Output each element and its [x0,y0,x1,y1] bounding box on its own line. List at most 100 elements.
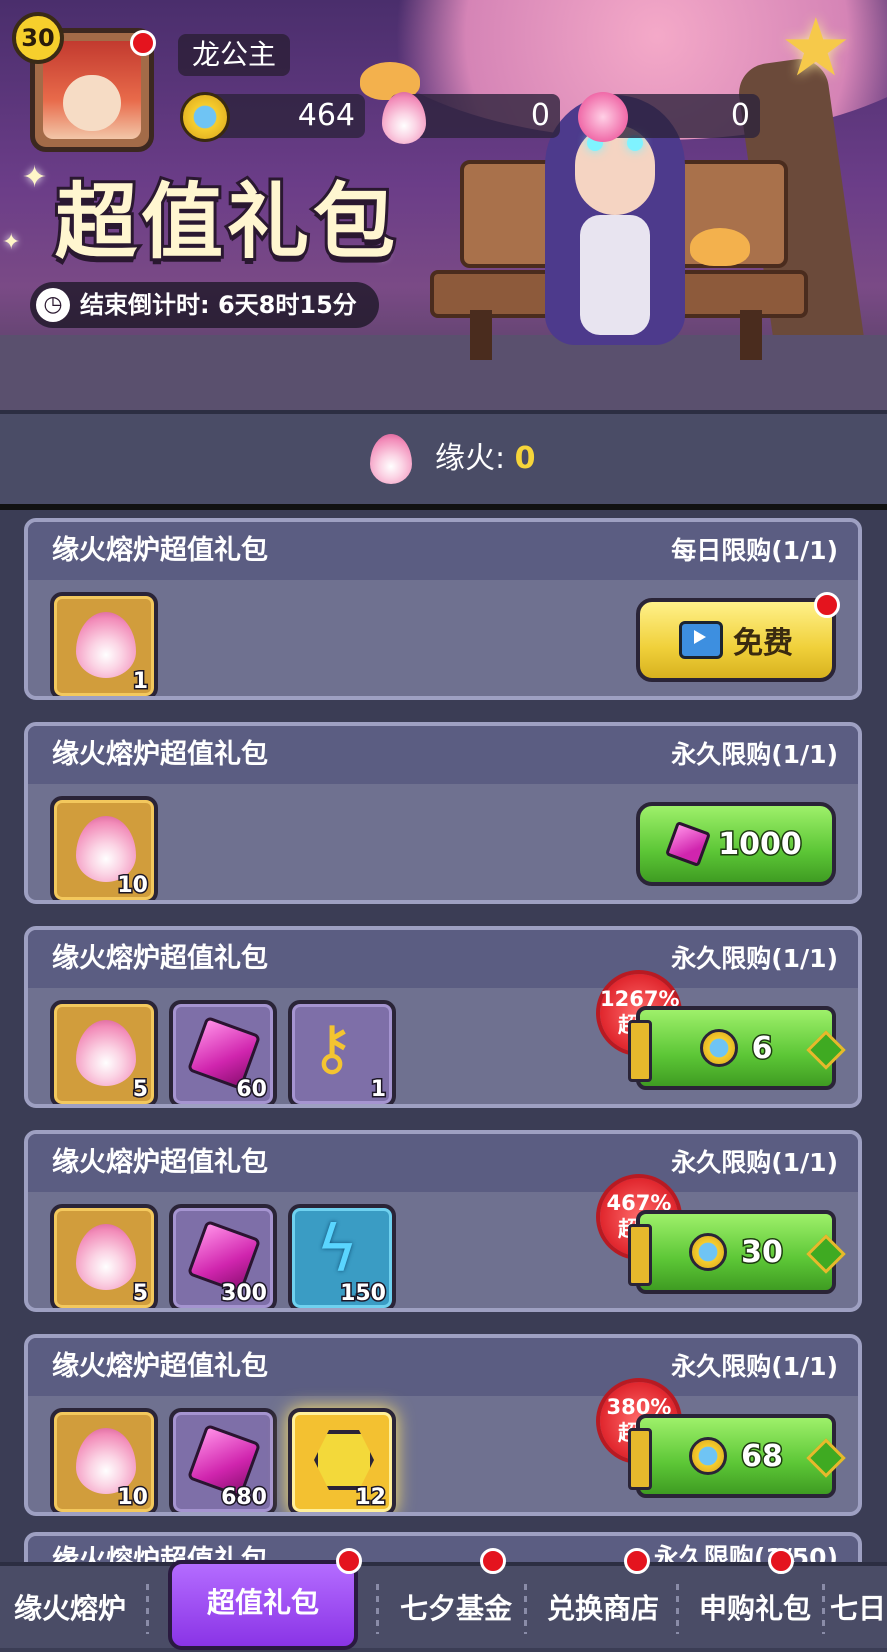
coin-icon [180,92,230,142]
gem-buy-button[interactable]: 1000 [636,802,836,886]
player-level-badge: 30 [12,12,64,64]
coin-icon [689,1233,728,1271]
reward-item[interactable]: 12 [288,1408,396,1512]
tab-yuanhuo-furnace[interactable]: 缘火熔炉 [0,1566,140,1648]
countdown-value: 6天8时15分 [217,291,357,319]
item-count: 10 [116,1484,150,1512]
tab-qixi-fund[interactable]: 七夕基金 [392,1566,520,1648]
pack-limit: 永久限购(1/50) [653,1543,838,1562]
item-count: 10 [116,872,150,900]
pack-card: 缘火熔炉超值礼包 永久限购(1/1) 5 300 ϟ 150 467% 超值 3… [24,1130,862,1312]
gem-icon [665,820,712,868]
pack-title: 缘火熔炉超值礼包 [52,1545,268,1562]
pack-card: 缘火熔炉超值礼包 永久限购(1/1) 10 1000 [24,722,862,904]
button-label: 6 [750,1029,774,1067]
reward-item[interactable]: ϟ 150 [288,1204,396,1308]
countdown-timer: ◷ 结束倒计时: 6天8时15分 [30,282,379,328]
tab-notification-dot [336,1548,362,1574]
reward-item[interactable]: 10 [50,796,158,900]
tab-divider [146,1584,149,1634]
pack-card: 缘火熔炉超值礼包 每日限购(1/1) 1 免费 [24,518,862,700]
swallow-bird-icon [690,228,750,266]
tab-subscription-pack[interactable]: 申购礼包 [686,1566,824,1648]
currency-bar: 缘火: 0 [0,410,887,510]
reward-item[interactable]: 680 [169,1408,277,1512]
tab-divider [676,1584,679,1634]
item-count: 680 [220,1484,269,1512]
currency-value: 0 [514,441,536,476]
tab-value-pack[interactable]: 超值礼包 [168,1560,358,1650]
pack-title: 缘火熔炉超值礼包 [52,739,268,770]
clock-icon: ◷ [36,288,70,322]
hexagon-gem-icon [314,1430,374,1490]
button-label: 68 [740,1437,785,1475]
coin-count: 464 [297,98,355,133]
item-count: 12 [354,1484,388,1512]
pack-limit: 永久限购(1/1) [671,1148,838,1177]
heart-count: 0 [730,98,750,133]
pack-limit: 永久限购(1/1) [671,944,838,973]
item-count: 150 [339,1280,388,1308]
item-count: 5 [131,1280,149,1308]
coin-icon [689,1437,728,1475]
free-claim-button[interactable]: 免费 [636,598,836,682]
flame-icon [370,434,412,484]
hero-banner: ★ ✦ ✦ ✦ 30 龙公主 464 0 0 超值礼包 ◷ 结束倒计时: 6天8… [0,0,887,410]
reward-item[interactable]: 1 [50,592,158,696]
button-label: 1000 [717,825,803,863]
pack-limit: 永久限购(1/1) [671,740,838,769]
button-label: 免费 [733,626,793,661]
item-count: 1 [369,1076,387,1104]
flame-icon [76,1020,136,1086]
coin-buy-button[interactable]: 30 [628,1210,836,1294]
button-label: 30 [740,1233,785,1271]
currency-label: 缘火: [435,441,506,476]
coin-buy-button[interactable]: 68 [628,1414,836,1498]
pack-card: 缘火熔炉超值礼包 永久限购(1/1) 10 680 12 380% 超值 68 [24,1334,862,1516]
flame-icon [76,1224,136,1290]
reward-item[interactable]: ⚷ 1 [288,1000,396,1104]
bottom-tab-bar: 缘火熔炉 超值礼包 七夕基金 兑换商店 申购礼包 七日 [0,1548,887,1650]
tab-exchange-shop[interactable]: 兑换商店 [534,1566,672,1648]
reward-item[interactable]: 10 [50,1408,158,1512]
pack-title: 缘火熔炉超值礼包 [52,535,268,566]
item-count: 5 [131,1076,149,1104]
coin-buy-button[interactable]: 6 [628,1006,836,1090]
countdown-label: 结束倒计时: [80,291,210,319]
tab-notification-dot [480,1548,506,1574]
reward-item[interactable]: 60 [169,1000,277,1104]
reward-item[interactable]: 5 [50,1204,158,1308]
tab-divider [376,1584,379,1634]
page-title: 超值礼包 [52,171,400,273]
tab-notification-dot [624,1548,650,1574]
lightning-icon: ϟ [316,1213,359,1287]
item-count: 300 [220,1280,269,1308]
item-count: 60 [235,1076,269,1104]
video-ad-icon [679,621,723,659]
tab-divider [822,1584,825,1634]
pack-limit: 每日限购(1/1) [671,536,838,565]
key-icon: ⚷ [310,1013,354,1083]
tab-seven-day[interactable]: 七日 [830,1566,887,1648]
sparkle-icon: ✦ [22,160,48,195]
pack-title: 缘火熔炉超值礼包 [52,1147,268,1178]
flame-icon [76,612,136,678]
coin-icon [699,1029,738,1067]
free-button-notification-dot [814,592,840,618]
pack-title: 缘火熔炉超值礼包 [52,1351,268,1382]
star-lantern-icon: ★ [780,1,852,94]
pack-title: 缘火熔炉超值礼包 [52,943,268,974]
item-count: 1 [131,668,149,696]
sparkle-icon: ✦ [2,230,21,255]
tab-notification-dot [768,1548,794,1574]
heart-gem-icon [578,92,628,142]
player-name: 龙公主 [178,34,291,76]
pack-limit: 永久限购(1/1) [671,1352,838,1381]
reward-item[interactable]: 5 [50,1000,158,1104]
reward-item[interactable]: 300 [169,1204,277,1308]
pack-card: 缘火熔炉超值礼包 永久限购(1/1) 5 60 ⚷ 1 1267% 超值 6 [24,926,862,1108]
flame-count: 0 [530,98,550,133]
tab-divider [524,1584,527,1634]
avatar-notification-dot [130,30,156,56]
pack-card-partial: 缘火熔炉超值礼包 永久限购(1/50) [24,1532,862,1562]
